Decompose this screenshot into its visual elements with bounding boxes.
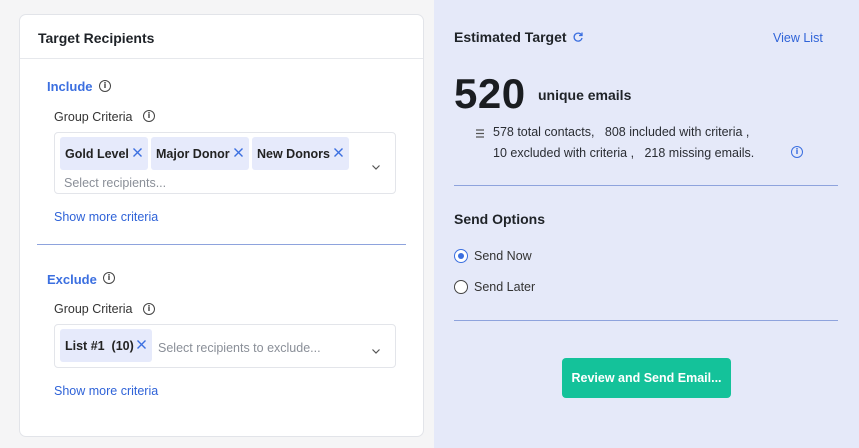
include-group-criteria-info-icon[interactable]: i xyxy=(143,110,155,122)
send-now-label[interactable]: Send Now xyxy=(474,249,532,263)
send-later-label[interactable]: Send Later xyxy=(474,280,535,294)
include-title: Include xyxy=(47,79,93,94)
include-group-criteria-label: Group Criteria xyxy=(54,110,133,124)
list-icon xyxy=(476,125,484,138)
estimated-target-title: Estimated Target xyxy=(454,29,567,45)
chip-label: New Donors xyxy=(257,146,330,161)
chip-label: Gold Level xyxy=(65,146,129,161)
unique-email-count: 520 xyxy=(454,70,526,117)
right-divider-top xyxy=(454,185,838,186)
remove-chip-icon[interactable] xyxy=(135,338,148,351)
right-divider-bottom xyxy=(454,320,838,321)
exclude-chip-list-1: List #1 (10) xyxy=(60,329,152,362)
exclude-title: Exclude xyxy=(47,272,97,287)
target-recipients-card: Target Recipients xyxy=(19,14,424,437)
unique-email-label: unique emails xyxy=(538,87,632,103)
send-now-radio[interactable] xyxy=(454,249,468,263)
include-chip-new-donors: New Donors xyxy=(252,137,349,170)
send-later-radio[interactable] xyxy=(454,280,468,294)
include-info-icon[interactable]: i xyxy=(99,80,111,92)
card-header-divider xyxy=(20,58,423,59)
chevron-down-icon[interactable] xyxy=(371,342,381,354)
exclude-info-icon[interactable]: i xyxy=(103,272,115,284)
exclude-group-criteria-info-icon[interactable]: i xyxy=(143,303,155,315)
include-chip-gold-level: Gold Level xyxy=(60,137,148,170)
include-chip-major-donor: Major Donor xyxy=(151,137,249,170)
refresh-icon[interactable] xyxy=(572,30,584,42)
remove-chip-icon[interactable] xyxy=(131,146,144,159)
stats-line-2: 10 excluded with criteria , 218 missing … xyxy=(493,146,755,160)
exclude-show-more-link[interactable]: Show more criteria xyxy=(54,384,158,398)
remove-chip-icon[interactable] xyxy=(332,146,345,159)
chip-label: List #1 (10) xyxy=(65,338,134,353)
chevron-down-icon[interactable] xyxy=(371,158,381,170)
exclude-group-criteria-label: Group Criteria xyxy=(54,302,133,316)
chip-label: Major Donor xyxy=(156,146,230,161)
section-divider xyxy=(37,244,406,245)
view-list-link[interactable]: View List xyxy=(773,31,823,45)
send-options-title: Send Options xyxy=(454,211,545,227)
remove-chip-icon[interactable] xyxy=(232,146,245,159)
exclude-placeholder: Select recipients to exclude... xyxy=(158,341,321,355)
review-and-send-button[interactable]: Review and Send Email... xyxy=(562,358,731,398)
missing-emails-info-icon[interactable]: i xyxy=(791,146,803,158)
include-placeholder: Select recipients... xyxy=(64,176,167,190)
include-show-more-link[interactable]: Show more criteria xyxy=(54,210,158,224)
card-title: Target Recipients xyxy=(38,30,155,46)
stats-line-1: 578 total contacts, 808 included with cr… xyxy=(493,125,750,139)
